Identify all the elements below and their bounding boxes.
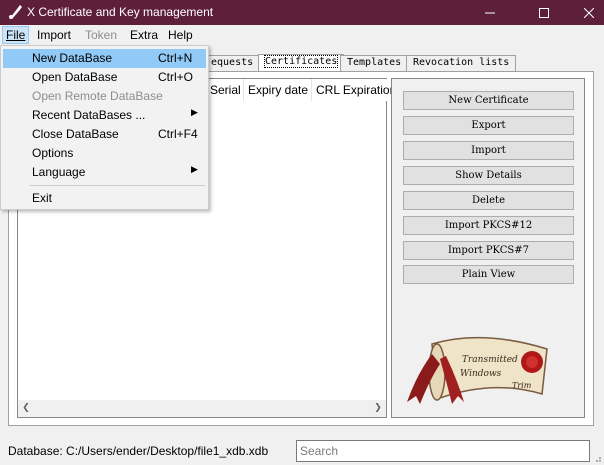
menu-exit[interactable]: Exit (3, 189, 206, 208)
minimize-icon (485, 12, 495, 13)
app-icon (9, 5, 22, 19)
svg-text:Transmitted: Transmitted (462, 355, 518, 365)
menu-file[interactable]: File (2, 26, 30, 44)
menu-extra[interactable]: Extra (127, 27, 161, 43)
svg-text:Windows: Windows (460, 369, 502, 379)
menu-options[interactable]: Options (3, 144, 206, 163)
tab-requests[interactable]: equests (204, 55, 261, 71)
certificate-seal-icon: Transmitted Windows Trim (407, 336, 548, 404)
column-expiry-date[interactable]: Expiry date (244, 79, 312, 101)
menu-close-database[interactable]: Close DataBase Ctrl+F4 (3, 125, 206, 144)
tab-revocation-lists[interactable]: Revocation lists (406, 55, 517, 71)
scroll-left-icon[interactable]: ❮ (20, 403, 32, 414)
close-button[interactable] (566, 0, 604, 25)
menu-new-database[interactable]: New DataBase Ctrl+N (3, 49, 206, 68)
maximize-icon (539, 7, 549, 18)
column-crl-expiration[interactable]: CRL Expiration (312, 79, 396, 101)
submenu-arrow-icon: ▶ (191, 107, 198, 117)
column-serial[interactable]: Serial (206, 79, 244, 101)
plain-view-button[interactable]: Plain View (403, 265, 574, 284)
menu-token[interactable]: Token (82, 27, 120, 43)
title-bar: X Certificate and Key management (0, 0, 604, 25)
import-button[interactable]: Import (403, 141, 574, 160)
import-pkcs12-button[interactable]: Import PKCS#12 (403, 216, 574, 235)
new-certificate-button[interactable]: New Certificate (403, 91, 574, 110)
tab-templates[interactable]: Templates (340, 55, 409, 71)
minimize-button[interactable] (467, 0, 513, 25)
file-menu-dropdown: New DataBase Ctrl+N Open DataBase Ctrl+O O… (0, 45, 209, 210)
resize-grip-icon[interactable] (592, 453, 602, 463)
menu-import[interactable]: Import (34, 27, 74, 43)
maximize-button[interactable] (521, 0, 567, 25)
menu-open-database[interactable]: Open DataBase Ctrl+O (3, 68, 206, 87)
submenu-arrow-icon: ▶ (191, 164, 198, 174)
menu-separator (30, 185, 205, 186)
menu-help[interactable]: Help (165, 27, 196, 43)
svg-text:Trim: Trim (512, 381, 532, 390)
database-status: Database: C:/Users/ender/Desktop/file1_x… (8, 444, 269, 458)
action-panel: New Certificate Export Import Show Detai… (391, 78, 585, 418)
search-input[interactable] (296, 440, 590, 462)
menu-bar: File Import Token Extra Help (0, 25, 604, 45)
close-icon (584, 7, 594, 18)
menu-open-remote-database[interactable]: Open Remote DataBase (3, 87, 206, 106)
window-title: X Certificate and Key management (27, 5, 214, 19)
delete-button[interactable]: Delete (403, 191, 574, 210)
show-details-button[interactable]: Show Details (403, 166, 574, 185)
import-pkcs7-button[interactable]: Import PKCS#7 (403, 241, 574, 260)
scroll-right-icon[interactable]: ❯ (372, 403, 384, 414)
menu-language[interactable]: Language ▶ (3, 163, 206, 182)
menu-recent-databases[interactable]: Recent DataBases ... ▶ (3, 106, 206, 125)
export-button[interactable]: Export (403, 116, 574, 135)
tab-certificates[interactable]: Certificates (258, 54, 345, 72)
horizontal-scrollbar[interactable]: ❮ ❯ (18, 400, 386, 417)
